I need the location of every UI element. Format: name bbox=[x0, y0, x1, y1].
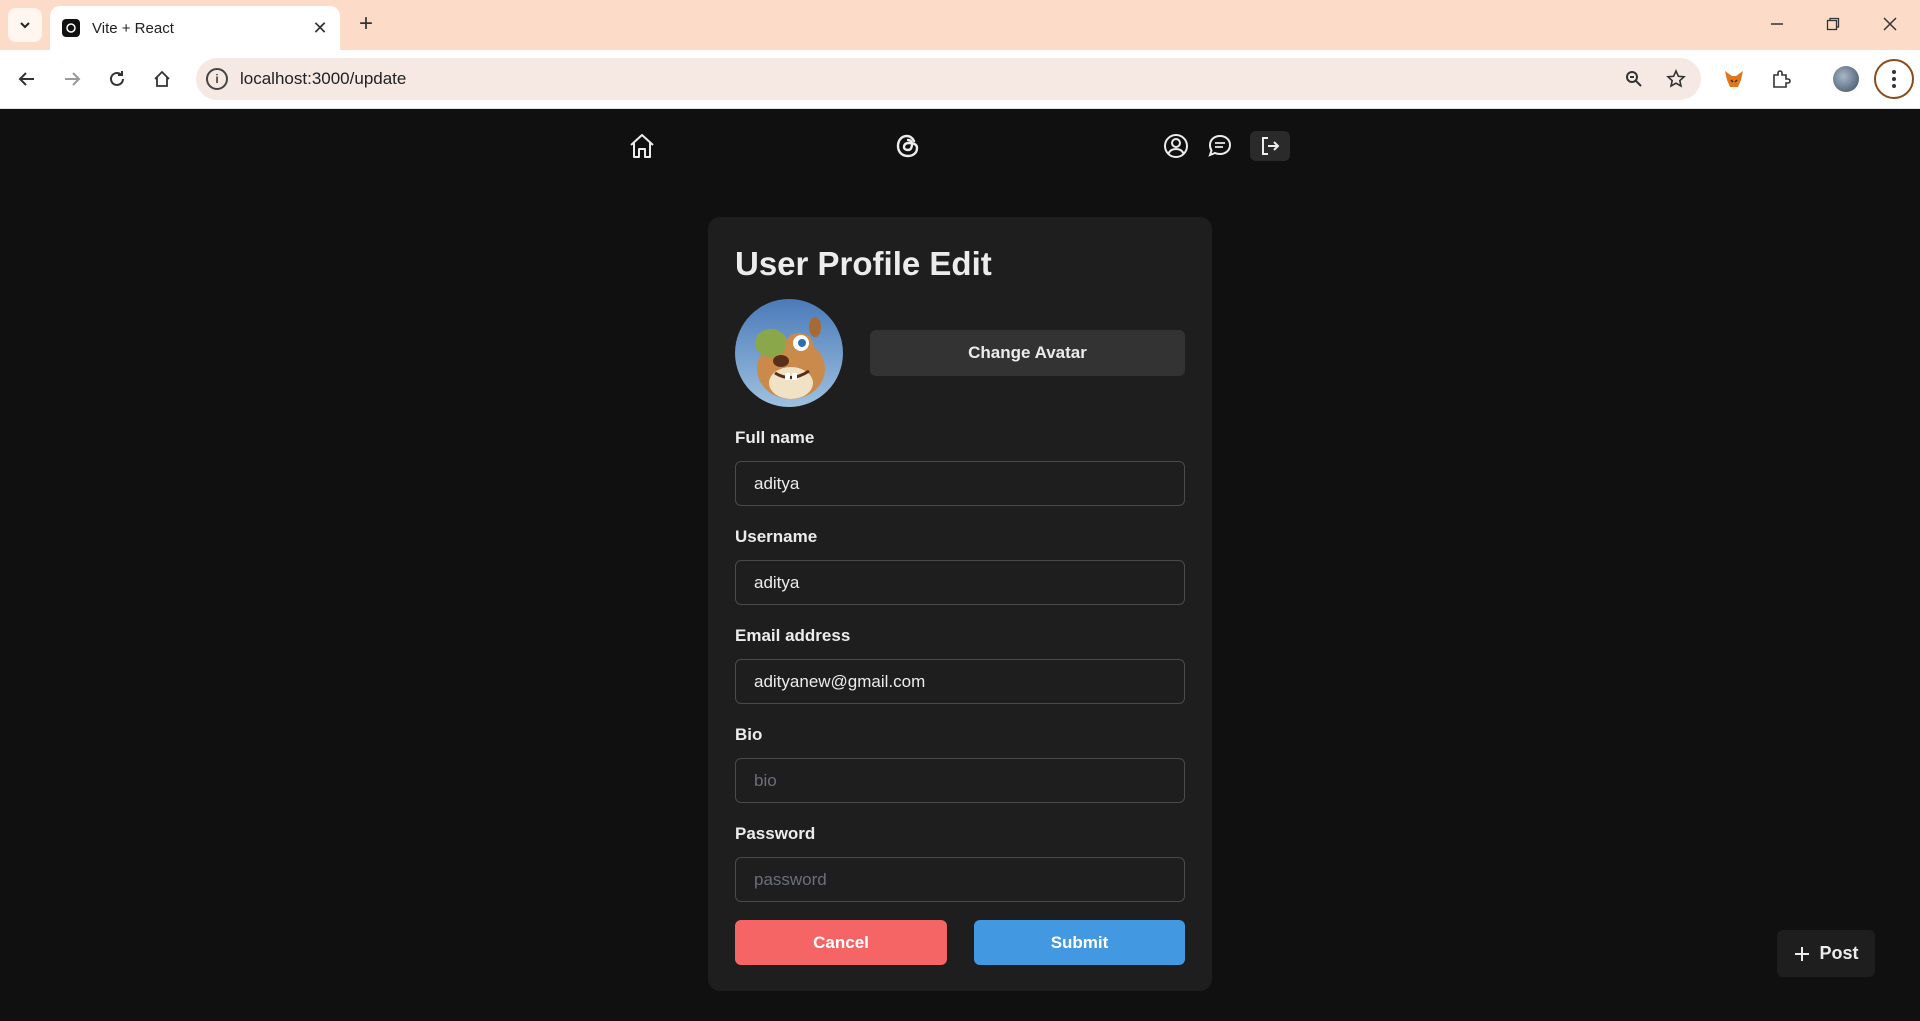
puzzle-icon bbox=[1773, 70, 1791, 88]
close-tab-icon[interactable]: ✕ bbox=[308, 16, 332, 40]
zoom-icon bbox=[1626, 71, 1642, 87]
submit-button[interactable]: Submit bbox=[974, 920, 1185, 965]
profile-edit-card: User Profile Edit Change Avatar Full nam… bbox=[708, 217, 1212, 991]
chat-icon bbox=[1208, 134, 1232, 157]
email-label: Email address bbox=[735, 626, 851, 645]
metamask-extension[interactable] bbox=[1717, 62, 1751, 96]
close-icon bbox=[1883, 17, 1897, 31]
star-icon bbox=[1666, 69, 1686, 88]
bookmark-button[interactable] bbox=[1659, 62, 1693, 96]
reload-icon bbox=[110, 71, 124, 86]
reload-button[interactable] bbox=[100, 62, 134, 96]
username-label: Username bbox=[735, 527, 818, 546]
more-vertical-icon bbox=[1892, 70, 1896, 88]
profile-avatar bbox=[1833, 66, 1859, 92]
logout-button[interactable] bbox=[1250, 131, 1290, 161]
full-name-label: Full name bbox=[735, 428, 815, 447]
home-link[interactable] bbox=[626, 130, 658, 162]
info-icon[interactable]: i bbox=[206, 68, 228, 90]
page-title: User Profile Edit bbox=[735, 245, 992, 282]
logout-icon bbox=[1262, 137, 1280, 155]
minimize-icon bbox=[1771, 23, 1783, 25]
browser-toolbar: i localhost:3000/update bbox=[0, 50, 1920, 109]
password-input[interactable]: password bbox=[735, 857, 1185, 902]
home-icon bbox=[154, 70, 170, 87]
new-tab-button[interactable]: + bbox=[352, 10, 380, 38]
address-bar[interactable]: i localhost:3000/update bbox=[196, 58, 1701, 100]
full-name-input[interactable]: aditya bbox=[735, 461, 1185, 506]
home-browser-button[interactable] bbox=[145, 62, 179, 96]
fox-icon bbox=[1725, 71, 1743, 87]
chevron-down-icon bbox=[20, 22, 30, 29]
plus-icon bbox=[1795, 946, 1810, 961]
threads-favicon-icon bbox=[62, 19, 80, 37]
arrow-right-icon bbox=[65, 72, 81, 86]
user-icon bbox=[1164, 134, 1188, 158]
bio-input[interactable]: bio bbox=[735, 758, 1185, 803]
post-button-label: Post bbox=[1819, 943, 1859, 963]
url-text[interactable]: localhost:3000/update bbox=[240, 69, 1617, 89]
tab-title: Vite + React bbox=[92, 19, 174, 37]
arrow-left-icon bbox=[18, 72, 34, 86]
chat-link[interactable] bbox=[1204, 130, 1236, 162]
zoom-button[interactable] bbox=[1617, 62, 1651, 96]
home-icon bbox=[630, 134, 654, 158]
extensions-button[interactable] bbox=[1764, 62, 1798, 96]
profile-link[interactable] bbox=[1160, 130, 1192, 162]
cancel-button[interactable]: Cancel bbox=[735, 920, 947, 965]
password-label: Password bbox=[735, 824, 816, 843]
bio-label: Bio bbox=[735, 725, 763, 744]
profile-button[interactable] bbox=[1829, 62, 1863, 96]
email-input[interactable]: adityanew@gmail.com bbox=[735, 659, 1185, 704]
forward-button[interactable] bbox=[55, 62, 89, 96]
browser-menu-button[interactable] bbox=[1874, 59, 1914, 99]
tab-search-button[interactable] bbox=[8, 8, 42, 42]
avatar bbox=[735, 299, 843, 407]
restore-button[interactable] bbox=[1813, 8, 1853, 40]
browser-tab[interactable]: Vite + React ✕ bbox=[50, 6, 340, 50]
username-input[interactable]: aditya bbox=[735, 560, 1185, 605]
minimize-button[interactable] bbox=[1757, 8, 1797, 40]
change-avatar-button[interactable]: Change Avatar bbox=[870, 330, 1185, 376]
threads-logo[interactable] bbox=[892, 130, 924, 162]
create-post-button[interactable]: Post bbox=[1777, 930, 1875, 977]
threads-logo-icon bbox=[896, 134, 919, 158]
avatar-image bbox=[735, 299, 843, 407]
app-header bbox=[0, 130, 1920, 170]
restore-icon bbox=[1826, 17, 1840, 31]
close-window-button[interactable] bbox=[1870, 8, 1910, 40]
back-button[interactable] bbox=[10, 62, 44, 96]
browser-tab-bar: Vite + React ✕ + bbox=[0, 0, 1920, 50]
